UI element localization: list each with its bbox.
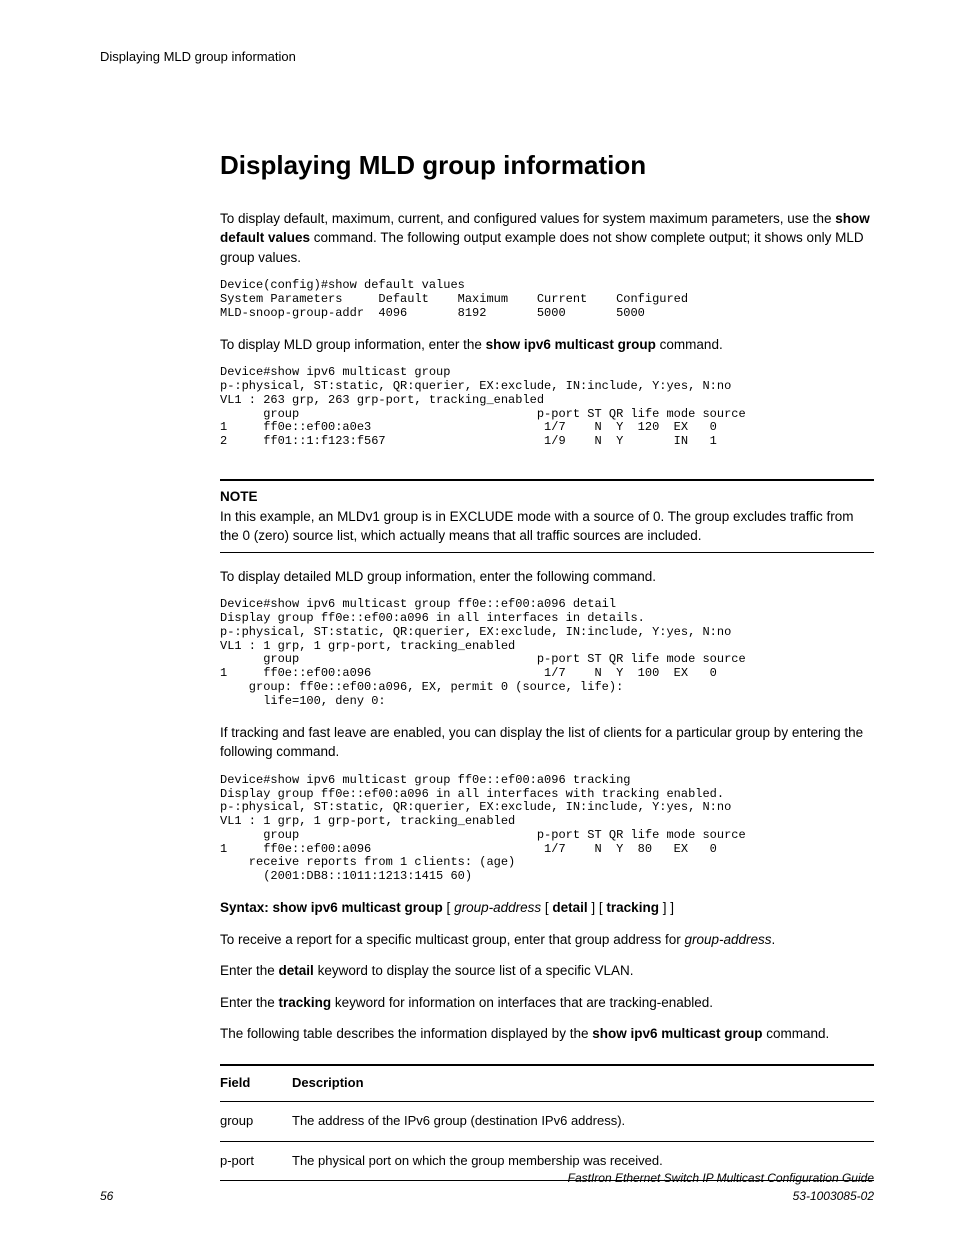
field-cell: group [220, 1101, 292, 1141]
text: command. [763, 1026, 830, 1041]
text: ] [ [588, 900, 607, 915]
paragraph: Enter the tracking keyword for informati… [220, 993, 874, 1013]
text: Enter the [220, 995, 279, 1010]
table-row: group The address of the IPv6 group (des… [220, 1101, 874, 1141]
paragraph: The following table describes the inform… [220, 1024, 874, 1044]
cli-output-multicast-group: Device#show ipv6 multicast group p-:phys… [220, 366, 874, 449]
page-footer: 56 FastIron Ethernet Switch IP Multicast… [100, 1170, 874, 1205]
text: To receive a report for a specific multi… [220, 932, 684, 947]
text: command. The following output example do… [220, 230, 864, 265]
text: ] ] [659, 900, 674, 915]
syntax-arg: group-address [454, 900, 541, 915]
description-cell: The address of the IPv6 group (destinati… [292, 1101, 874, 1141]
keyword: tracking [279, 995, 332, 1010]
field-description-table: Field Description group The address of t… [220, 1064, 874, 1182]
page-number: 56 [100, 1188, 113, 1205]
paragraph: If tracking and fast leave are enabled, … [220, 723, 874, 762]
running-header: Displaying MLD group information [100, 48, 874, 67]
syntax-command: Syntax: show ipv6 multicast group [220, 900, 443, 915]
command-name: show ipv6 multicast group [592, 1026, 762, 1041]
paragraph: Enter the detail keyword to display the … [220, 961, 874, 981]
cli-output-default-values: Device(config)#show default values Syste… [220, 279, 874, 320]
text: [ [541, 900, 552, 915]
paragraph: To display MLD group information, enter … [220, 335, 874, 355]
text: The following table describes the inform… [220, 1026, 592, 1041]
cli-output-group-tracking: Device#show ipv6 multicast group ff0e::e… [220, 774, 874, 884]
syntax-line: Syntax: show ipv6 multicast group [ grou… [220, 898, 874, 918]
paragraph: To display detailed MLD group informatio… [220, 567, 874, 587]
footer-docnum: 53-1003085-02 [568, 1188, 874, 1205]
table-header-field: Field [220, 1065, 292, 1101]
syntax-keyword: tracking [606, 900, 659, 915]
note-text: In this example, an MLDv1 group is in EX… [220, 507, 874, 546]
keyword: detail [279, 963, 314, 978]
text: To display default, maximum, current, an… [220, 211, 835, 226]
note-label: NOTE [220, 487, 874, 507]
command-name: show ipv6 multicast group [486, 337, 656, 352]
cli-output-group-detail: Device#show ipv6 multicast group ff0e::e… [220, 598, 874, 708]
text: keyword to display the source list of a … [314, 963, 634, 978]
text: keyword for information on interfaces th… [331, 995, 713, 1010]
text: [ [443, 900, 454, 915]
page-title: Displaying MLD group information [220, 147, 874, 185]
text: To display MLD group information, enter … [220, 337, 486, 352]
paragraph-intro: To display default, maximum, current, an… [220, 209, 874, 268]
argument: group-address [684, 932, 771, 947]
table-header-description: Description [292, 1065, 874, 1101]
text: command. [656, 337, 723, 352]
text: Enter the [220, 963, 279, 978]
syntax-keyword: detail [552, 900, 587, 915]
paragraph: To receive a report for a specific multi… [220, 930, 874, 950]
note-block: NOTE In this example, an MLDv1 group is … [220, 479, 874, 553]
text: . [772, 932, 776, 947]
footer-title: FastIron Ethernet Switch IP Multicast Co… [568, 1170, 874, 1187]
